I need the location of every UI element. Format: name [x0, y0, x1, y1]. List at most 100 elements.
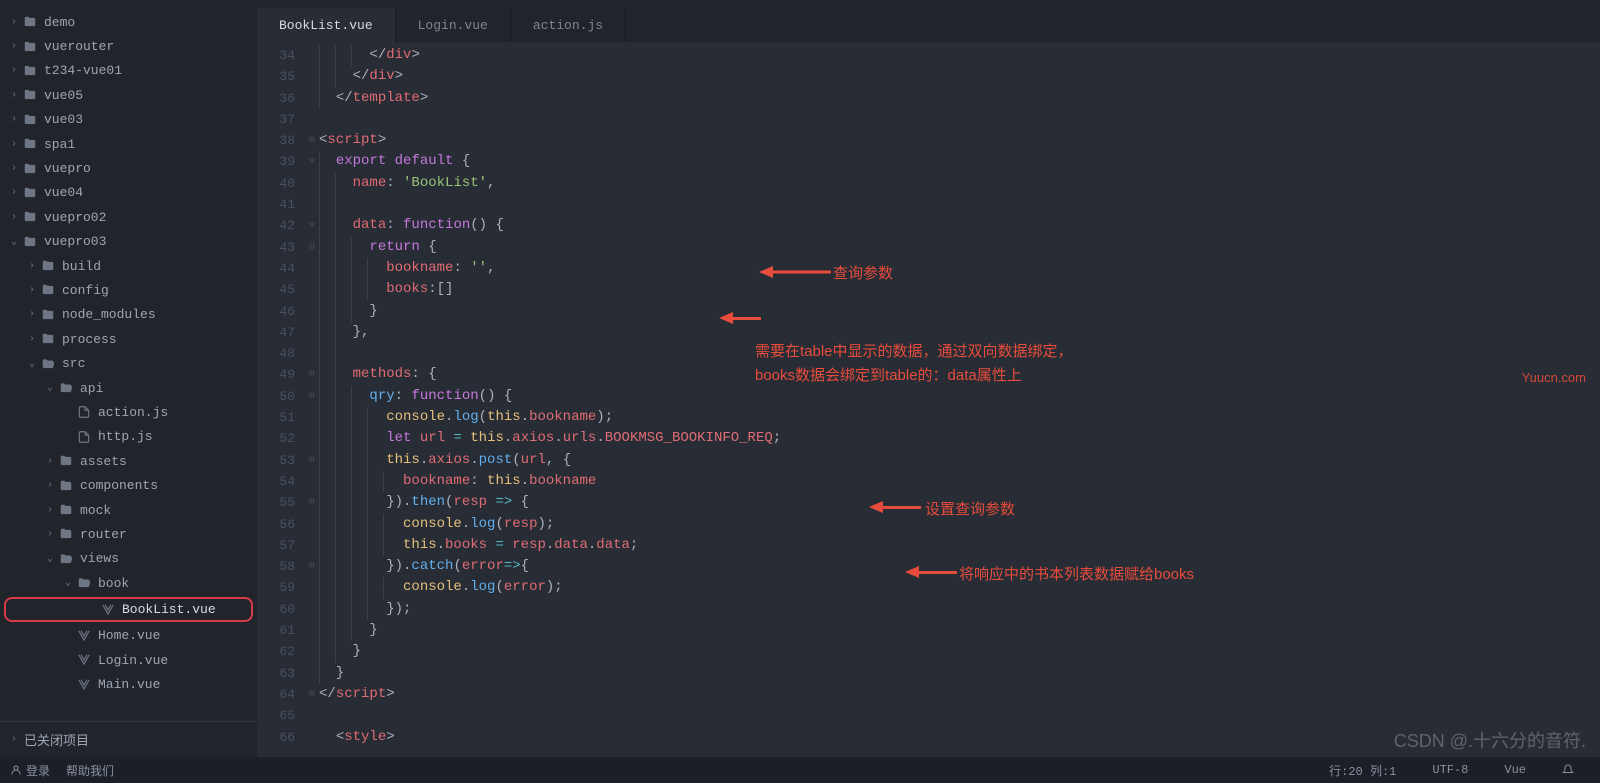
chevron-icon: ›: [46, 480, 54, 491]
editor-tab[interactable]: BookList.vue: [257, 8, 396, 42]
notification-icon[interactable]: [1562, 764, 1574, 776]
folder-icon: [58, 478, 74, 494]
help-link[interactable]: 帮助我们: [66, 762, 114, 779]
tree-item[interactable]: ›spa1: [0, 132, 257, 156]
tree-item-label: views: [80, 551, 119, 566]
tree-item[interactable]: ⌄book: [0, 571, 257, 595]
tree-item-label: node_modules: [62, 307, 156, 322]
chevron-icon: ›: [28, 285, 36, 296]
chevron-icon: ›: [28, 261, 36, 272]
tree-item[interactable]: ›vuepro02: [0, 205, 257, 229]
user-icon: [10, 764, 22, 776]
tree-item[interactable]: ›process: [0, 327, 257, 351]
cursor-position[interactable]: 行:20 列:1: [1329, 762, 1396, 779]
tree-item[interactable]: › mock: [0, 498, 257, 522]
tree-item-label: config: [62, 283, 109, 298]
tree-item-label: vue04: [44, 185, 83, 200]
tree-item-label: BookList.vue: [122, 602, 216, 617]
tree-item[interactable]: ›assets: [0, 449, 257, 473]
tree-item[interactable]: ›demo: [0, 10, 257, 34]
tree-item[interactable]: › config: [0, 278, 257, 302]
tree-item[interactable]: ›t234-vue01: [0, 59, 257, 83]
tree-item-label: vue05: [44, 88, 83, 103]
tree-item[interactable]: › build: [0, 254, 257, 278]
tree-item[interactable]: Home.vue: [0, 624, 257, 648]
tree-item[interactable]: › components: [0, 473, 257, 497]
tree-item[interactable]: ›vue04: [0, 181, 257, 205]
login-button[interactable]: 登录: [10, 762, 50, 779]
csdn-watermark: CSDN @.十六分的音符.: [1394, 727, 1586, 753]
tree-item-label: vue03: [44, 112, 83, 127]
closed-projects[interactable]: › 已关闭项目: [0, 721, 257, 757]
folder-icon: [22, 14, 38, 30]
tree-item[interactable]: › router: [0, 522, 257, 546]
tree-item-label: components: [80, 478, 158, 493]
tree-item[interactable]: ›vuerouter: [0, 34, 257, 58]
code-area[interactable]: 3435363738394041424344454647484950515253…: [257, 42, 1600, 757]
tree-item-label: router: [80, 527, 127, 542]
chevron-icon: ⌄: [28, 358, 36, 370]
status-right: 行:20 列:1 UTF-8 Vue: [1309, 762, 1590, 779]
chevron-icon: ›: [10, 90, 18, 101]
tree-item-label: action.js: [98, 405, 168, 420]
encoding[interactable]: UTF-8: [1432, 763, 1468, 777]
chevron-icon: ›: [46, 529, 54, 540]
tree-item[interactable]: ⌄ api: [0, 376, 257, 400]
folder-icon: [40, 331, 56, 347]
tree-item[interactable]: BookList.vue: [4, 597, 253, 621]
folder-icon: [58, 453, 74, 469]
tree-item-label: book: [98, 576, 129, 591]
chevron-icon: ›: [46, 505, 54, 516]
tree-item[interactable]: ⌄src: [0, 351, 257, 375]
folder-icon: [22, 39, 38, 55]
tree-item-label: build: [62, 259, 101, 274]
file-tree[interactable]: ›demo›vuerouter›t234-vue01›vue05›vue03›s…: [0, 8, 257, 721]
vue-icon: [76, 677, 92, 693]
chevron-icon: ⌄: [46, 382, 54, 394]
tree-item[interactable]: http.js: [0, 425, 257, 449]
tree-item[interactable]: Login.vue: [0, 648, 257, 672]
tree-item-label: vuepro: [44, 161, 91, 176]
folder-icon: [22, 161, 38, 177]
tree-item[interactable]: ⌄vuepro03: [0, 230, 257, 254]
file-icon: [76, 404, 92, 420]
folder-icon: [58, 502, 74, 518]
folder-icon: [22, 209, 38, 225]
gutter: 3435363738394041424344454647484950515253…: [257, 42, 305, 757]
folder-icon: [22, 234, 38, 250]
folder-icon: [22, 63, 38, 79]
tree-item[interactable]: › vuepro: [0, 156, 257, 180]
folder-icon: [22, 112, 38, 128]
tree-item[interactable]: action.js: [0, 400, 257, 424]
language-mode[interactable]: Vue: [1504, 763, 1526, 777]
vue-icon: [100, 602, 116, 618]
tree-item[interactable]: › vue03: [0, 108, 257, 132]
chevron-icon: ›: [10, 163, 18, 174]
tree-item-label: mock: [80, 503, 111, 518]
tree-item-label: vuepro03: [44, 234, 106, 249]
editor-tab[interactable]: Login.vue: [396, 8, 511, 42]
editor: BookList.vueLogin.vueaction.js 343536373…: [257, 8, 1600, 757]
tree-item[interactable]: ⌄views: [0, 547, 257, 571]
folder-icon: [40, 258, 56, 274]
editor-tab[interactable]: action.js: [511, 8, 626, 42]
chevron-right-icon: ›: [10, 734, 18, 745]
chevron-icon: ›: [28, 309, 36, 320]
sidebar: ›demo›vuerouter›t234-vue01›vue05›vue03›s…: [0, 8, 257, 757]
fold-column[interactable]: ⊟⊟⊟⊟⊟⊟⊟⊟⊟⊟: [305, 42, 319, 757]
tree-item[interactable]: Main.vue: [0, 673, 257, 697]
tree-item[interactable]: › vue05: [0, 83, 257, 107]
chevron-icon: ›: [10, 17, 18, 28]
tree-item[interactable]: › node_modules: [0, 303, 257, 327]
tree-item-label: Home.vue: [98, 628, 160, 643]
tree-item-label: http.js: [98, 429, 153, 444]
closed-projects-label: 已关闭项目: [24, 730, 89, 749]
tree-item-label: vuerouter: [44, 39, 114, 54]
chevron-icon: ›: [10, 114, 18, 125]
title-bar: [0, 0, 1600, 8]
main: ›demo›vuerouter›t234-vue01›vue05›vue03›s…: [0, 8, 1600, 757]
code-lines[interactable]: </div> </div> </template><script> export…: [319, 42, 1600, 757]
folder-icon: [40, 282, 56, 298]
chevron-icon: ›: [10, 139, 18, 150]
tree-item-label: api: [80, 381, 103, 396]
